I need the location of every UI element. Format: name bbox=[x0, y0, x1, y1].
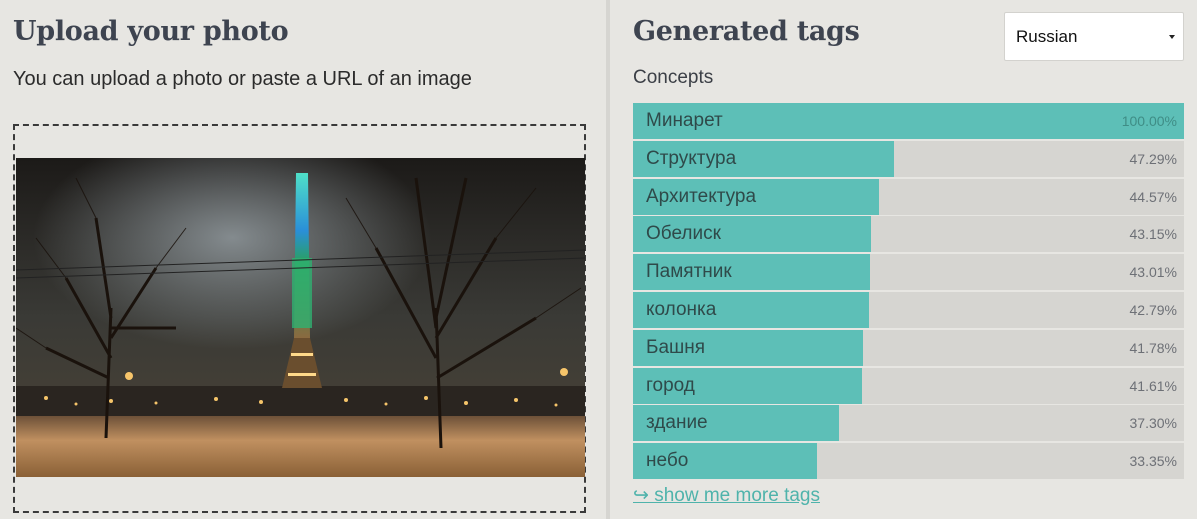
photo-dropzone[interactable] bbox=[13, 124, 586, 513]
tag-percent: 100.00% bbox=[1121, 113, 1177, 129]
tag-row: здание 37.30% bbox=[633, 405, 1184, 442]
concepts-label: Concepts bbox=[633, 67, 714, 88]
tag-percent: 43.01% bbox=[1129, 264, 1177, 281]
tag-percent: 33.35% bbox=[1129, 453, 1177, 470]
tag-list: Минарет 100.00% Структура 47.29% Архитектура… bbox=[633, 103, 1184, 481]
results-title: Generated tags bbox=[633, 16, 860, 47]
tag-name: колонка bbox=[646, 298, 717, 320]
upload-subtitle: You can upload a photo or paste a URL of… bbox=[13, 68, 472, 90]
upload-panel: Upload your photo You can upload a photo… bbox=[0, 0, 606, 519]
tag-name: город bbox=[646, 374, 695, 396]
upload-title: Upload your photo bbox=[13, 16, 289, 47]
tag-percent: 44.57% bbox=[1129, 188, 1177, 205]
results-panel: Generated tags Russian Concepts Минарет 1… bbox=[610, 0, 1197, 519]
uploaded-photo bbox=[16, 158, 585, 477]
tag-percent: 43.15% bbox=[1129, 226, 1177, 243]
tag-name: Памятник bbox=[646, 261, 732, 283]
show-more-tags-link[interactable]: ↪ show me more tags bbox=[633, 484, 820, 507]
tag-name: Архитектура bbox=[646, 185, 757, 207]
tag-percent: 41.78% bbox=[1129, 339, 1177, 356]
tag-percent: 42.79% bbox=[1129, 301, 1177, 318]
tag-name: Минарет bbox=[646, 110, 723, 131]
language-select[interactable]: Russian bbox=[1004, 12, 1184, 61]
tag-row: город 41.61% bbox=[633, 367, 1184, 404]
tag-name: здание bbox=[646, 412, 708, 434]
tag-row: Памятник 43.01% bbox=[633, 254, 1184, 291]
language-select-value: Russian bbox=[1016, 26, 1078, 46]
tag-row: Структура 47.29% bbox=[633, 140, 1184, 177]
tag-name: Структура bbox=[646, 147, 737, 169]
tag-percent: 37.30% bbox=[1129, 415, 1177, 432]
tag-percent: 47.29% bbox=[1129, 150, 1177, 167]
tag-row: Архитектура 44.57% bbox=[633, 178, 1184, 215]
tag-row: Обелиск 43.15% bbox=[633, 216, 1184, 253]
tag-row: Башня 41.78% bbox=[633, 329, 1184, 366]
tag-name: Обелиск bbox=[646, 223, 721, 245]
tag-row: колонка 42.79% bbox=[633, 291, 1184, 328]
tag-name: Башня bbox=[646, 336, 706, 358]
tag-percent: 41.61% bbox=[1129, 377, 1177, 394]
tag-row: небо 33.35% bbox=[633, 443, 1184, 480]
tag-name: небо bbox=[646, 450, 689, 472]
tag-row: Минарет 100.00% bbox=[633, 103, 1184, 139]
chevron-down-icon bbox=[1169, 35, 1175, 39]
